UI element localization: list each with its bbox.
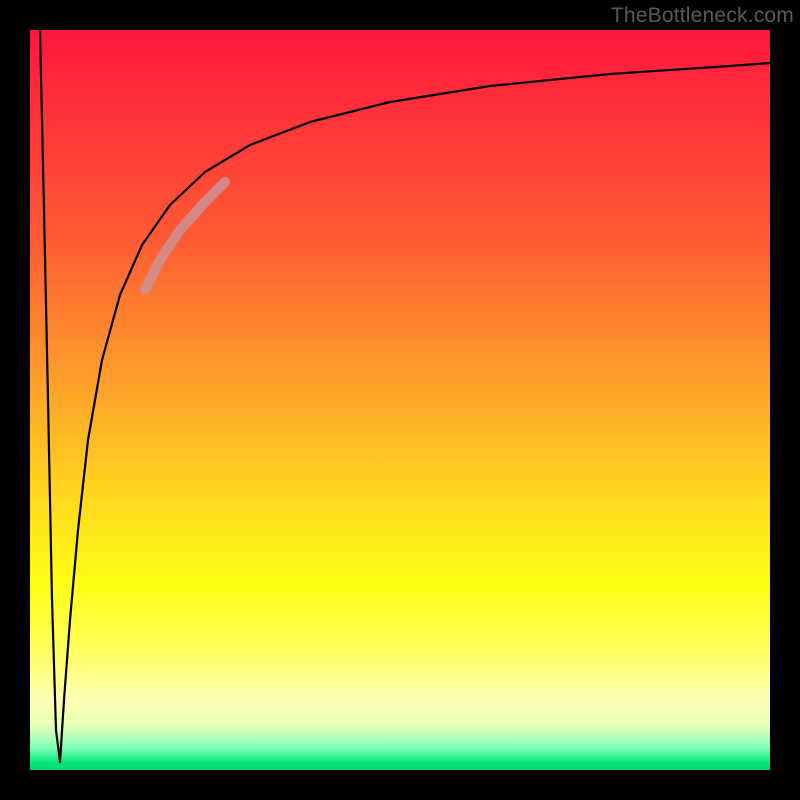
chart-plot-area — [30, 30, 770, 770]
series-rise-curve — [60, 63, 770, 762]
series-highlight-segment — [145, 182, 225, 290]
chart-frame: TheBottleneck.com — [0, 0, 800, 800]
chart-svg — [30, 30, 770, 770]
series-dip-left — [40, 30, 60, 762]
watermark-text: TheBottleneck.com — [611, 4, 794, 28]
